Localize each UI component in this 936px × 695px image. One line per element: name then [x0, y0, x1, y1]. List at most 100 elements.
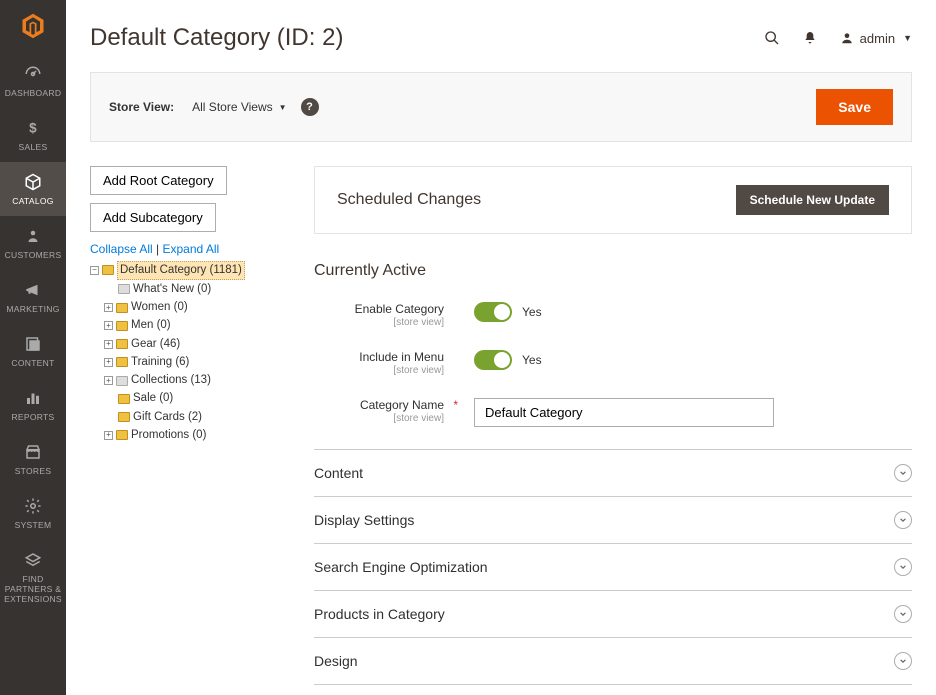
nav-sales[interactable]: $ SALES	[0, 108, 66, 162]
tree-expand-icon[interactable]: +	[104, 431, 113, 440]
nav-reports[interactable]: REPORTS	[0, 378, 66, 432]
chevron-down-icon	[894, 511, 912, 529]
tree-expand-icon[interactable]: +	[104, 303, 113, 312]
bell-icon[interactable]	[802, 30, 818, 46]
folder-icon	[102, 265, 114, 275]
admin-label: admin	[860, 31, 895, 46]
bars-icon	[23, 388, 43, 408]
tree-expand-icon[interactable]: +	[104, 358, 113, 367]
tree-node[interactable]: + Training (6)	[104, 353, 290, 371]
tree-node-label[interactable]: Women (0)	[131, 299, 188, 316]
store-view-label: Store View:	[109, 100, 174, 114]
tree-node-label[interactable]: Default Category (1181)	[117, 261, 245, 280]
chevron-down-icon	[894, 464, 912, 482]
nav-content[interactable]: CONTENT	[0, 324, 66, 378]
tree-node[interactable]: Gift Cards (2)	[104, 408, 290, 426]
scope-label: [store view]	[314, 413, 444, 424]
add-subcategory-button[interactable]: Add Subcategory	[90, 203, 216, 232]
scope-label: [store view]	[314, 365, 444, 376]
nav-partners[interactable]: FIND PARTNERS & EXTENSIONS	[0, 540, 66, 614]
tree-node[interactable]: What's New (0)	[104, 280, 290, 298]
tree-collapse-icon[interactable]: −	[90, 266, 99, 275]
nav-marketing[interactable]: MARKETING	[0, 270, 66, 324]
main-content: Default Category (ID: 2) admin ▼ Store V…	[66, 0, 936, 695]
category-sidebar: Add Root Category Add Subcategory Collap…	[90, 166, 290, 685]
tree-root-node[interactable]: − Default Category (1181)	[90, 260, 290, 280]
tree-node[interactable]: + Men (0)	[104, 317, 290, 335]
toggle-value: Yes	[522, 305, 542, 319]
folder-icon	[118, 412, 130, 422]
save-button[interactable]: Save	[816, 89, 893, 125]
admin-account-menu[interactable]: admin ▼	[840, 31, 912, 46]
toggle-value: Yes	[522, 353, 542, 367]
accordion-list: ContentDisplay Settings Search Engine Opt…	[314, 449, 912, 685]
accordion-section[interactable]: Design	[314, 638, 912, 685]
folder-icon	[116, 321, 128, 331]
folder-icon	[116, 430, 128, 440]
tree-expand-icon[interactable]: +	[104, 376, 113, 385]
nav-label: SYSTEM	[15, 520, 52, 530]
chevron-down-icon	[894, 605, 912, 623]
tree-node-label[interactable]: Gift Cards (2)	[133, 409, 202, 426]
include-in-menu-label: Include in Menu	[314, 350, 444, 364]
admin-sidebar: DASHBOARD $ SALES CATALOG CUSTOMERS MARK…	[0, 0, 66, 695]
gear-icon	[23, 496, 43, 516]
add-root-category-button[interactable]: Add Root Category	[90, 166, 227, 195]
scheduled-changes-title: Scheduled Changes	[337, 191, 481, 209]
tree-node-label[interactable]: Collections (13)	[131, 372, 211, 389]
accordion-section[interactable]: Search Engine Optimization	[314, 544, 912, 591]
search-icon[interactable]	[764, 30, 780, 46]
schedule-new-update-button[interactable]: Schedule New Update	[736, 185, 889, 215]
page-title: Default Category (ID: 2)	[90, 24, 343, 52]
dollar-icon: $	[23, 118, 43, 138]
nav-label: CUSTOMERS	[5, 250, 62, 260]
category-name-input[interactable]	[474, 398, 774, 427]
tree-node[interactable]: + Promotions (0)	[104, 426, 290, 444]
tree-expand-icon[interactable]: +	[104, 321, 113, 330]
tree-node[interactable]: Sale (0)	[104, 390, 290, 408]
folder-icon	[116, 376, 128, 386]
tree-node-label[interactable]: Sale (0)	[133, 390, 173, 407]
tree-node[interactable]: + Gear (46)	[104, 335, 290, 353]
partners-icon	[23, 550, 43, 570]
folder-icon	[116, 357, 128, 367]
expand-all-link[interactable]: Expand All	[163, 242, 220, 256]
nav-label: CONTENT	[11, 358, 54, 368]
magento-logo-icon[interactable]	[17, 10, 49, 42]
nav-stores[interactable]: STORES	[0, 432, 66, 486]
accordion-label: Search Engine Optimization	[314, 559, 488, 575]
tree-node-label[interactable]: What's New (0)	[133, 281, 211, 298]
chevron-down-icon	[894, 558, 912, 576]
tree-expand-icon[interactable]: +	[104, 340, 113, 349]
tree-node[interactable]: + Women (0)	[104, 299, 290, 317]
pages-icon	[23, 334, 43, 354]
enable-category-toggle[interactable]	[474, 302, 512, 322]
accordion-section[interactable]: Products in Category	[314, 591, 912, 638]
tree-node-label[interactable]: Men (0)	[131, 317, 171, 334]
nav-catalog[interactable]: CATALOG	[0, 162, 66, 216]
category-tree: − Default Category (1181) What's New (0)…	[90, 260, 290, 445]
nav-label: STORES	[15, 466, 52, 476]
folder-icon	[116, 339, 128, 349]
chevron-down-icon	[894, 652, 912, 670]
accordion-section[interactable]: Display Settings	[314, 497, 912, 544]
folder-icon	[116, 303, 128, 313]
collapse-all-link[interactable]: Collapse All	[90, 242, 153, 256]
page-header: Default Category (ID: 2) admin ▼	[90, 24, 912, 52]
tree-node-label[interactable]: Promotions (0)	[131, 427, 206, 444]
accordion-section[interactable]: Content	[314, 449, 912, 497]
nav-system[interactable]: SYSTEM	[0, 486, 66, 540]
help-icon[interactable]: ?	[301, 98, 319, 116]
scope-label: [store view]	[314, 317, 444, 328]
nav-label: CATALOG	[12, 196, 53, 206]
nav-customers[interactable]: CUSTOMERS	[0, 216, 66, 270]
tree-node-label[interactable]: Training (6)	[131, 354, 189, 371]
tree-node[interactable]: + Collections (13)	[104, 372, 290, 390]
include-in-menu-toggle[interactable]	[474, 350, 512, 370]
store-icon	[23, 442, 43, 462]
nav-label: MARKETING	[6, 304, 59, 314]
caret-down-icon: ▼	[903, 33, 912, 43]
store-view-select[interactable]: All Store Views ▼	[192, 100, 286, 114]
nav-dashboard[interactable]: DASHBOARD	[0, 54, 66, 108]
tree-node-label[interactable]: Gear (46)	[131, 336, 180, 353]
